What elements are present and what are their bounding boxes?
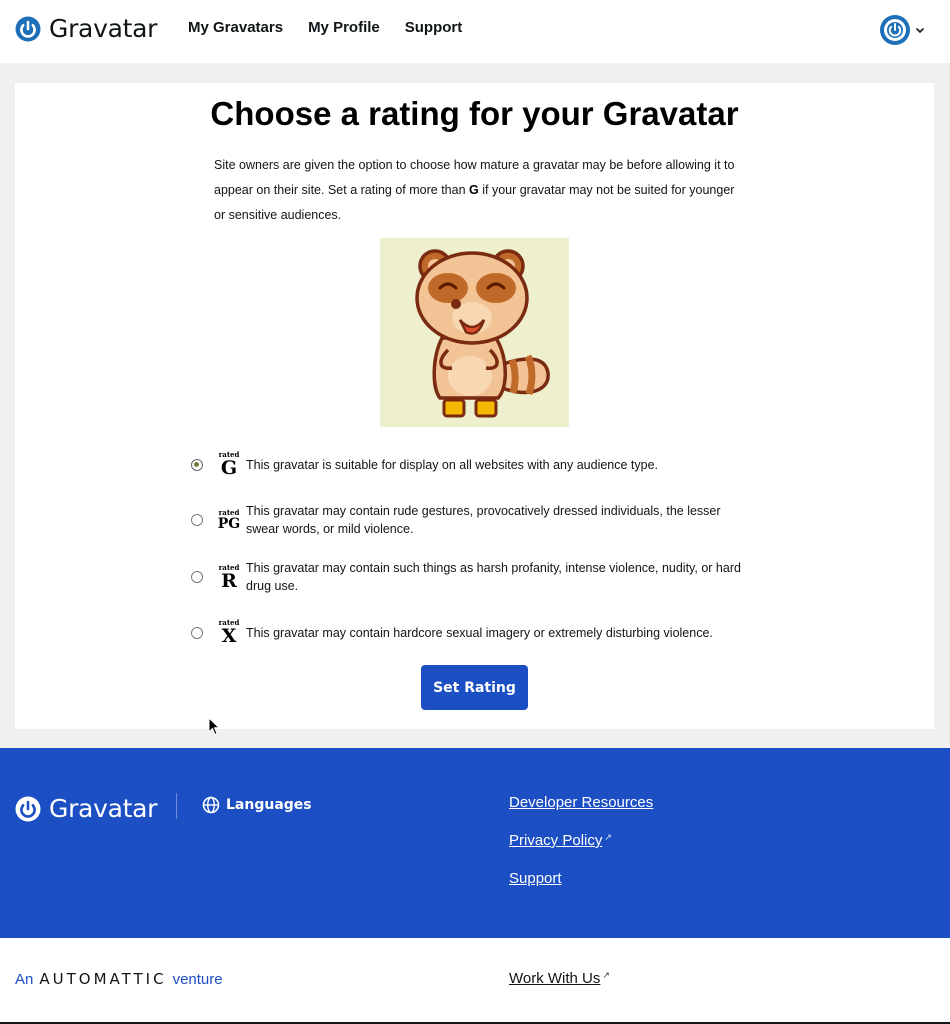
automattic-wordmark: AUTOMATTIC: [39, 970, 167, 988]
footer-link-support[interactable]: Support: [509, 870, 653, 888]
footer-brand-name: Gravatar: [49, 794, 158, 823]
rated-x-badge: rated X: [214, 619, 244, 646]
rating-description-x: This gravatar may contain hardcore sexua…: [246, 625, 713, 640]
rated-g-badge: rated G: [214, 451, 244, 478]
footer-link-privacy-policy[interactable]: Privacy Policy ↗: [509, 832, 653, 850]
badge-letter: G: [220, 457, 238, 479]
site-footer: Gravatar Languages Developer Resources P…: [0, 748, 950, 938]
intro-text: Site owners are given the option to choo…: [214, 153, 739, 228]
automattic-venture[interactable]: An AUTOMATTIC venture: [15, 970, 223, 988]
work-with-us-link[interactable]: Work With Us ↗: [509, 970, 610, 987]
rating-option-r[interactable]: rated R This gravatar may contain such th…: [191, 559, 751, 595]
venture-suffix: venture: [172, 970, 223, 988]
raccoon-mascot-illustration: [415, 249, 550, 418]
venture-prefix: An: [15, 970, 34, 988]
badge-letter: R: [221, 569, 237, 592]
rating-option-x[interactable]: rated X This gravatar may contain hardcor…: [191, 619, 751, 646]
rating-description-g: This gravatar is suitable for display on…: [246, 457, 659, 472]
rated-r-badge: rated R: [214, 564, 244, 591]
rating-option-pg[interactable]: rated PG This gravatar may contain rude g…: [191, 502, 751, 538]
rating-card: Choose a rating for your Gravatar Site o…: [15, 83, 934, 729]
radio-pg[interactable]: [191, 514, 203, 526]
main-nav: My Gravatars My Profile Support: [188, 19, 462, 36]
globe-icon: [202, 796, 220, 814]
nav-my-gravatars[interactable]: My Gravatars: [188, 19, 283, 36]
radio-x[interactable]: [191, 626, 203, 639]
set-rating-button[interactable]: Set Rating: [421, 665, 528, 710]
footer-gravatar-logo[interactable]: Gravatar: [15, 794, 157, 823]
radio-r[interactable]: [191, 571, 203, 583]
brand-name: Gravatar: [49, 14, 158, 43]
nav-my-profile[interactable]: My Profile: [308, 19, 380, 36]
footer-link-developer-resources[interactable]: Developer Resources: [509, 794, 653, 812]
intro-text-bold: G: [469, 183, 479, 197]
rating-description-pg: This gravatar may contain rude gestures,…: [246, 504, 721, 536]
nav-support[interactable]: Support: [405, 19, 463, 36]
work-with-us-label: Work With Us: [509, 970, 601, 987]
footer-links: Developer Resources Privacy Policy ↗ Supp…: [509, 794, 653, 908]
languages-label: Languages: [226, 797, 312, 813]
mouse-cursor-icon: [208, 717, 220, 736]
chevron-down-icon: [915, 27, 925, 33]
rated-pg-badge: rated PG: [214, 509, 244, 531]
gravatar-logo[interactable]: Gravatar: [15, 14, 157, 43]
rating-option-g[interactable]: rated G This gravatar is suitable for dis…: [191, 451, 751, 478]
badge-rated-text: rated: [218, 508, 240, 517]
footer-link-privacy-label: Privacy Policy: [509, 832, 603, 849]
badge-letter: X: [221, 625, 237, 647]
gravatar-logo-icon: [15, 16, 41, 41]
account-menu-button[interactable]: [879, 14, 925, 46]
page-title: Choose a rating for your Gravatar: [210, 95, 739, 132]
badge-letter: PG: [217, 516, 241, 532]
gravatar-avatar-icon: [880, 15, 910, 45]
footer-divider: [176, 793, 177, 819]
radio-g[interactable]: [191, 458, 203, 471]
external-link-icon: ↗: [604, 832, 612, 842]
rating-description-r: This gravatar may contain such things as…: [246, 561, 741, 593]
gravatar-logo-icon: [15, 796, 41, 821]
site-header: Gravatar My Gravatars My Profile Support: [0, 0, 950, 63]
external-link-icon: ↗: [602, 970, 610, 980]
bottom-bar: An AUTOMATTIC venture Work With Us ↗: [0, 938, 950, 1024]
languages-button[interactable]: Languages: [202, 796, 312, 814]
avatar-preview-image: [380, 238, 569, 427]
